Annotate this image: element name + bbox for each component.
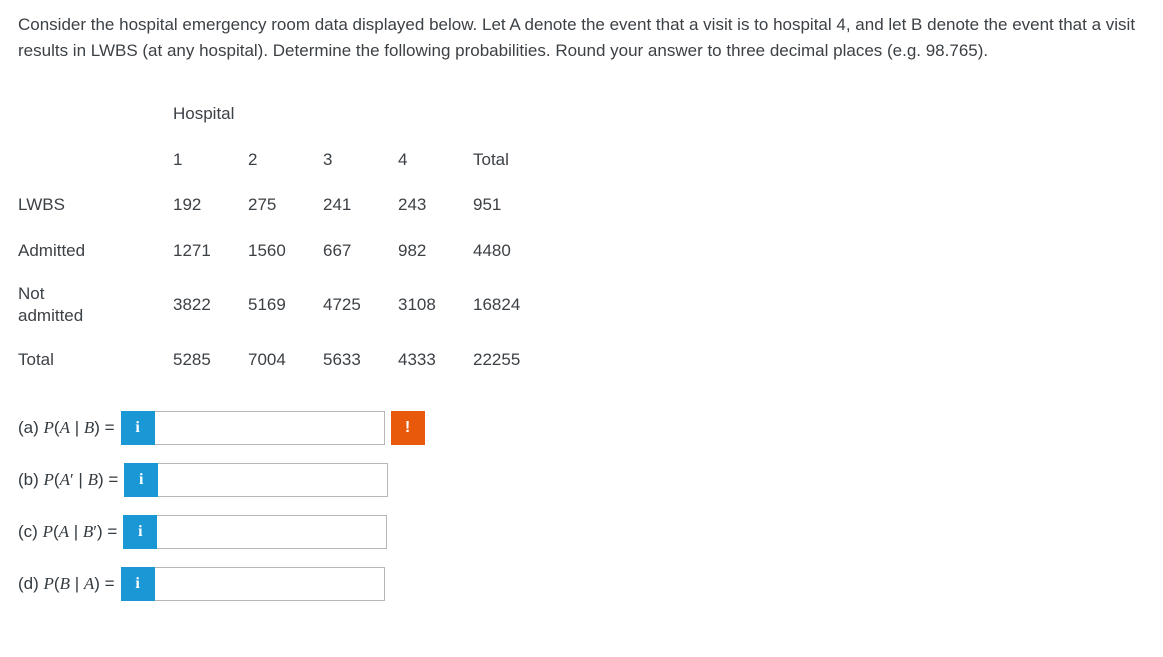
cell: 5633 bbox=[323, 337, 398, 383]
cell: 951 bbox=[473, 182, 548, 228]
col-h2: 2 bbox=[248, 137, 323, 183]
table-row: Notadmitted 3822 5169 4725 3108 16824 bbox=[18, 273, 548, 337]
cell: 16824 bbox=[473, 273, 548, 337]
answer-row-d: (d) P(B | A) = i bbox=[18, 567, 1145, 601]
answer-input-a[interactable] bbox=[155, 411, 385, 445]
table-row: Admitted 1271 1560 667 982 4480 bbox=[18, 228, 548, 274]
answers-block: (a) P(A | B) = i ! (b) P(A′ | B) = i (c)… bbox=[18, 411, 1145, 601]
info-icon[interactable]: i bbox=[121, 411, 155, 445]
hospital-table: Hospital 1 2 3 4 Total LWBS 192 275 241 … bbox=[18, 91, 548, 383]
answer-label-a: (a) P(A | B) = bbox=[18, 415, 115, 441]
info-icon[interactable]: i bbox=[123, 515, 157, 549]
error-icon: ! bbox=[391, 411, 425, 445]
cell: 667 bbox=[323, 228, 398, 274]
cell: 5169 bbox=[248, 273, 323, 337]
column-header-row: 1 2 3 4 Total bbox=[18, 137, 548, 183]
answer-input-c[interactable] bbox=[157, 515, 387, 549]
cell: 22255 bbox=[473, 337, 548, 383]
table-superheader: Hospital bbox=[173, 91, 548, 137]
input-group-b: i bbox=[124, 463, 388, 497]
table-row: LWBS 192 275 241 243 951 bbox=[18, 182, 548, 228]
cell: 7004 bbox=[248, 337, 323, 383]
answer-label-b: (b) P(A′ | B) = bbox=[18, 467, 118, 493]
row-label: Admitted bbox=[18, 228, 173, 274]
answer-input-d[interactable] bbox=[155, 567, 385, 601]
data-table-block: Hospital 1 2 3 4 Total LWBS 192 275 241 … bbox=[18, 91, 1145, 383]
info-icon[interactable]: i bbox=[121, 567, 155, 601]
input-group-a: i bbox=[121, 411, 385, 445]
answer-row-a: (a) P(A | B) = i ! bbox=[18, 411, 1145, 445]
col-h3: 3 bbox=[323, 137, 398, 183]
col-h1: 1 bbox=[173, 137, 248, 183]
cell: 1560 bbox=[248, 228, 323, 274]
input-group-c: i bbox=[123, 515, 387, 549]
cell: 982 bbox=[398, 228, 473, 274]
cell: 4333 bbox=[398, 337, 473, 383]
row-label: Total bbox=[18, 337, 173, 383]
question-text: Consider the hospital emergency room dat… bbox=[18, 12, 1145, 63]
cell: 5285 bbox=[173, 337, 248, 383]
row-label: Notadmitted bbox=[18, 273, 173, 337]
answer-row-c: (c) P(A | B′) = i bbox=[18, 515, 1145, 549]
cell: 4725 bbox=[323, 273, 398, 337]
cell: 275 bbox=[248, 182, 323, 228]
cell: 4480 bbox=[473, 228, 548, 274]
col-htotal: Total bbox=[473, 137, 548, 183]
answer-label-c: (c) P(A | B′) = bbox=[18, 519, 117, 545]
cell: 241 bbox=[323, 182, 398, 228]
row-label: LWBS bbox=[18, 182, 173, 228]
input-group-d: i bbox=[121, 567, 385, 601]
cell: 1271 bbox=[173, 228, 248, 274]
cell: 3108 bbox=[398, 273, 473, 337]
answer-label-d: (d) P(B | A) = bbox=[18, 571, 115, 597]
table-row: Total 5285 7004 5633 4333 22255 bbox=[18, 337, 548, 383]
col-h4: 4 bbox=[398, 137, 473, 183]
info-icon[interactable]: i bbox=[124, 463, 158, 497]
cell: 3822 bbox=[173, 273, 248, 337]
blank-cell bbox=[18, 91, 173, 137]
cell: 243 bbox=[398, 182, 473, 228]
answer-input-b[interactable] bbox=[158, 463, 388, 497]
blank-cell bbox=[18, 137, 173, 183]
answer-row-b: (b) P(A′ | B) = i bbox=[18, 463, 1145, 497]
cell: 192 bbox=[173, 182, 248, 228]
